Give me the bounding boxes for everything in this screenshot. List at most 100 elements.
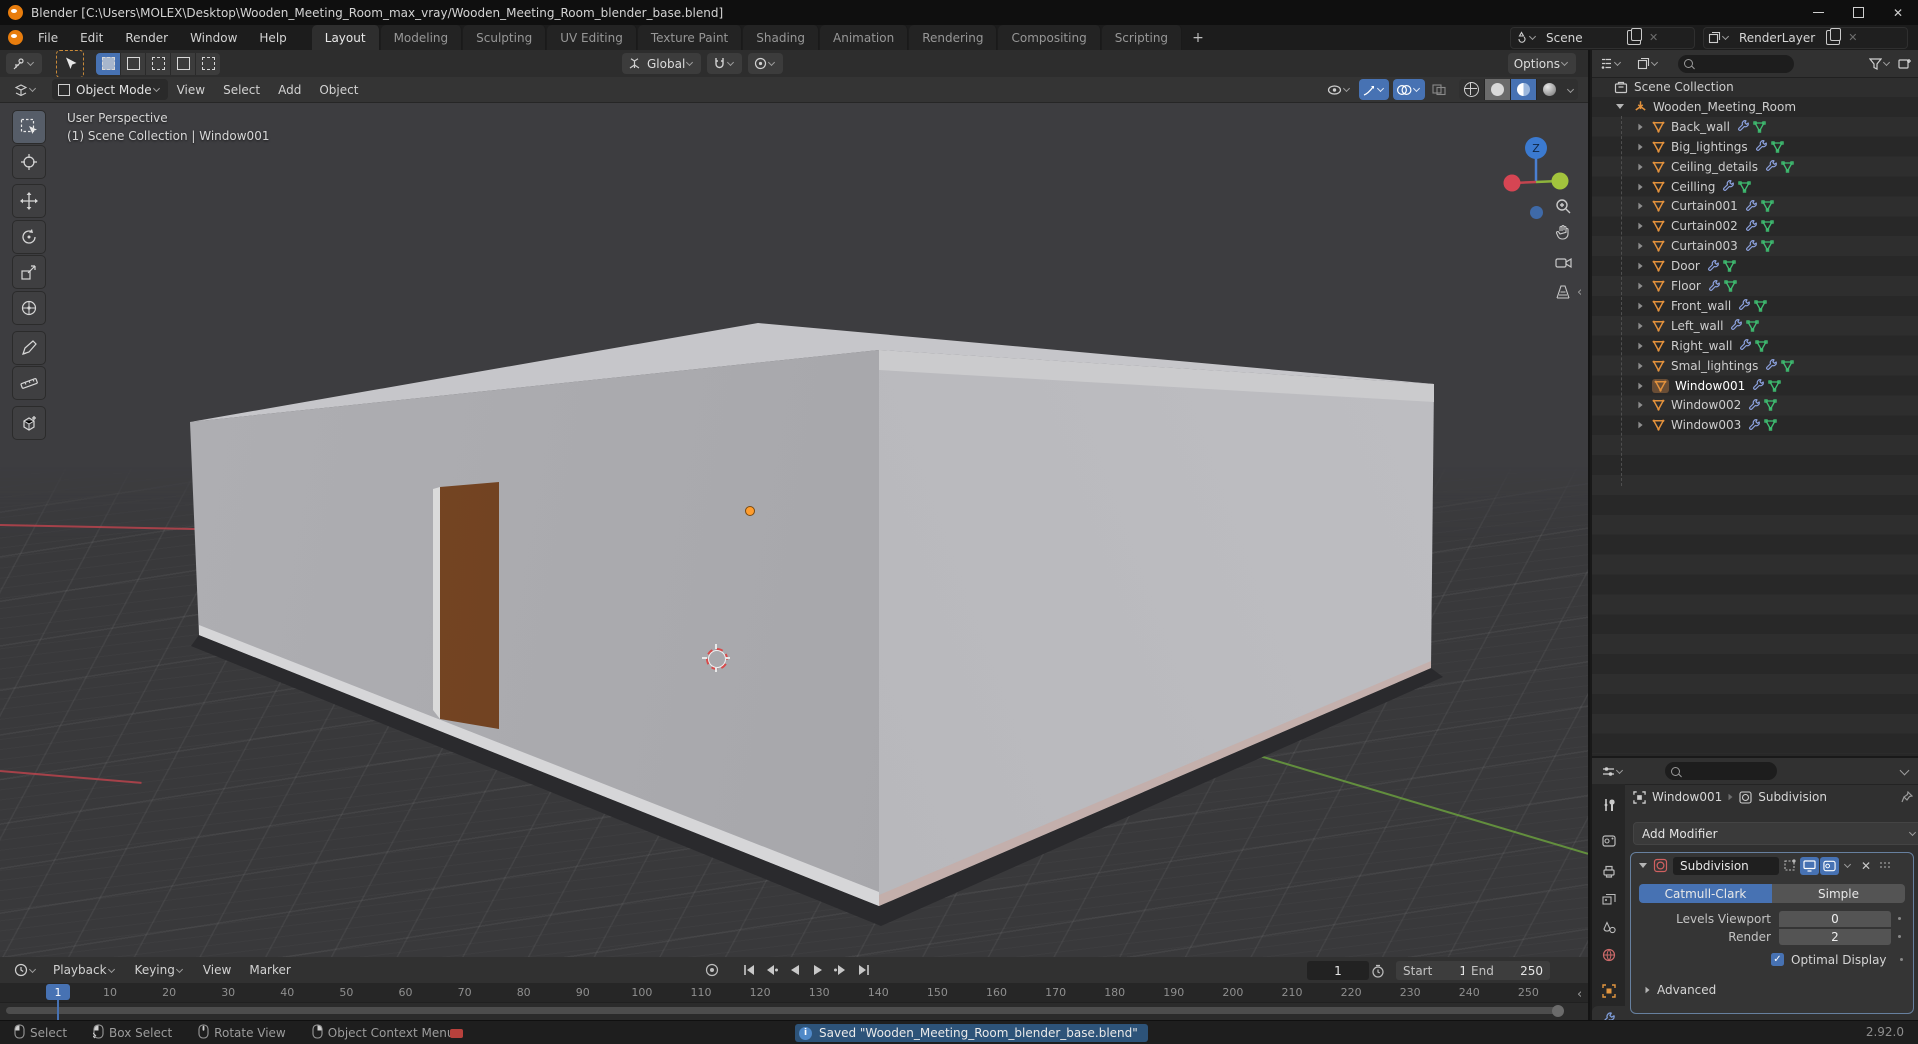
object-label[interactable]: Front_wall [1671,299,1731,313]
modifier-wrench-icon[interactable] [1722,180,1735,193]
modifier-wrench-icon[interactable] [1748,418,1761,432]
levels-viewport-field[interactable]: 0 [1779,910,1891,927]
workspace-tab-shading[interactable]: Shading [743,25,819,50]
menu-file[interactable]: File [27,25,69,50]
viewport-menu-add[interactable]: Add [269,83,310,97]
modifier-render-toggle[interactable] [1820,856,1839,875]
menu-render[interactable]: Render [114,25,179,50]
camera-view-icon[interactable] [1550,249,1576,275]
workspace-tab-layout[interactable]: Layout [311,25,380,50]
mesh-data-icon[interactable] [1764,399,1777,412]
mesh-data-icon[interactable] [1755,339,1769,352]
add-modifier-dropdown[interactable]: Add Modifier [1633,822,1918,845]
use-preview-range-toggle[interactable] [1367,961,1388,980]
tab-scene[interactable] [1592,914,1625,940]
outliner-row-window001[interactable]: Window001 [1592,376,1918,396]
scene-collection-label[interactable]: Scene Collection [1634,80,1734,94]
shading-solid-button[interactable] [1485,79,1511,100]
tool-annotate[interactable] [12,331,46,365]
mesh-data-icon[interactable] [1738,180,1752,193]
timeline-menu-marker[interactable]: Marker [240,963,299,977]
viewport-3d[interactable]: Object Mode View Select Add Object User … [0,77,1588,957]
render-levels-field[interactable]: 2 [1779,929,1891,945]
catmull-clark-button[interactable]: Catmull-Clark [1639,884,1772,903]
outliner-display-mode-button[interactable] [1631,53,1666,74]
decorator-dot[interactable] [1898,935,1901,938]
mesh-data-icon[interactable] [1746,320,1760,332]
object-label[interactable]: Ceiling_details [1671,160,1758,174]
modifier-realtime-toggle[interactable] [1800,856,1819,875]
outliner-row-left-wall[interactable]: Left_wall [1592,316,1918,336]
sidebar-collapse-arrow[interactable]: ‹ [1577,285,1582,300]
modifier-delete-icon[interactable]: ✕ [1861,859,1871,873]
modifier-wrench-icon[interactable] [1752,379,1765,392]
expand-triangle-icon[interactable] [1638,362,1643,369]
object-label[interactable]: Smal_lightings [1671,359,1758,373]
tool-add-cube[interactable] [12,406,46,440]
tool-cursor[interactable] [12,145,46,179]
zoom-view-icon[interactable] [1550,193,1576,219]
expand-triangle-icon[interactable] [1638,401,1643,409]
active-tool-preview[interactable] [56,49,84,78]
minimize-button[interactable] [1798,0,1838,25]
expand-triangle-icon[interactable] [1638,242,1643,250]
decorator-dot[interactable] [1898,917,1901,920]
modifier-wrench-icon[interactable] [1745,239,1758,253]
advanced-section-row[interactable]: Advanced [1631,981,1913,998]
select-mode-subtract[interactable] [146,52,171,75]
object-label[interactable]: Curtain003 [1671,239,1738,253]
modifier-edit-mode-toggle[interactable] [1780,857,1799,875]
simple-button[interactable]: Simple [1772,884,1905,903]
object-label[interactable]: Ceilling [1671,180,1715,194]
panel-expand-icon[interactable] [1639,863,1647,868]
remove-render-layer-icon[interactable]: ✕ [1843,31,1862,44]
outliner-row-big-lightings[interactable]: Big_lightings [1592,137,1918,157]
timeline-menu-keying[interactable]: Keying [126,963,194,977]
menu-help[interactable]: Help [248,25,297,50]
workspace-tab-rendering[interactable]: Rendering [909,25,998,50]
play-button[interactable] [807,960,828,979]
modifier-wrench-icon[interactable] [1765,359,1778,372]
maximize-button[interactable] [1838,0,1878,25]
play-reverse-button[interactable] [784,960,805,979]
overlays-toggle[interactable] [1393,79,1425,100]
current-frame-field[interactable]: 1 [1307,961,1369,980]
mesh-data-icon[interactable] [1781,160,1794,173]
expand-triangle-icon[interactable] [1638,143,1643,151]
outliner-row-right-wall[interactable]: Right_wall [1592,336,1918,356]
outliner-row-curtain003[interactable]: Curtain003 [1592,236,1918,256]
mesh-data-icon[interactable] [1754,300,1767,312]
outliner-row-scene-collection[interactable]: Scene Collection [1592,77,1918,97]
shading-dropdown[interactable] [1562,79,1578,100]
modifier-wrench-icon[interactable] [1708,279,1721,293]
expand-triangle-icon[interactable] [1638,262,1643,270]
outliner-row-floor[interactable]: Floor [1592,276,1918,296]
modifier-name-field[interactable]: Subdivision [1673,856,1779,875]
tool-rotate[interactable] [12,220,46,254]
expand-triangle-icon[interactable] [1638,183,1643,190]
add-workspace-button[interactable]: + [1183,30,1213,46]
perspective-toggle-icon[interactable] [1550,279,1576,305]
properties-search-input[interactable] [1665,762,1777,780]
tool-move[interactable] [12,184,46,218]
outliner-row-window003[interactable]: Window003 [1592,415,1918,435]
options-dropdown[interactable]: Options [1507,53,1576,74]
tab-render[interactable] [1592,828,1625,854]
outliner-row-back-wall[interactable]: Back_wall [1592,117,1918,137]
tab-tool[interactable] [1592,792,1625,818]
tool-select-box[interactable] [12,110,46,144]
modifier-wrench-icon[interactable] [1745,219,1758,233]
timeline-menu-playback[interactable]: Playback [44,963,126,977]
outliner-row-door[interactable]: Door [1592,256,1918,276]
outliner-row-smal-lightings[interactable]: Smal_lightings [1592,356,1918,376]
expand-triangle-icon[interactable] [1638,421,1643,429]
mesh-data-icon[interactable] [1753,121,1766,133]
jump-prev-keyframe-button[interactable] [761,960,782,979]
mesh-data-icon[interactable] [1761,200,1774,213]
outliner-editor-type-button[interactable] [1594,53,1629,74]
timeline-editor-type-button[interactable] [8,960,44,981]
object-label[interactable]: Curtain002 [1671,219,1738,233]
tool-scale[interactable] [12,255,46,289]
tab-view-layer[interactable] [1592,886,1625,912]
mode-selector[interactable]: Object Mode [52,79,168,100]
